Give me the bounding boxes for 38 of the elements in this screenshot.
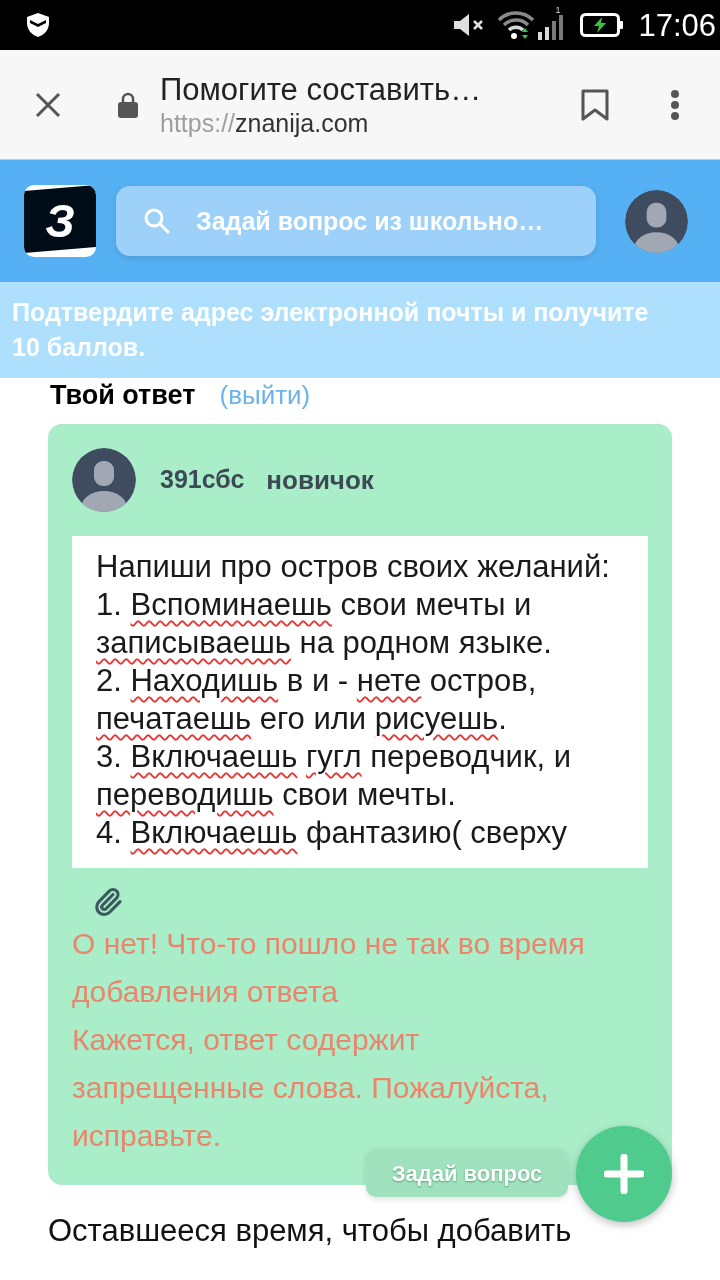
- more-menu-button[interactable]: [670, 88, 680, 121]
- shield-icon: [26, 12, 50, 38]
- signal-icon: [538, 14, 565, 40]
- answer-text-line: печатаешь его или рисуешь.: [96, 700, 507, 738]
- paperclip-icon: [93, 887, 123, 917]
- more-icon: [670, 88, 680, 121]
- sim-label: 1: [555, 6, 561, 15]
- author-avatar-icon[interactable]: [72, 448, 136, 512]
- battery-icon: [580, 13, 625, 37]
- close-button[interactable]: [34, 90, 62, 119]
- answer-text-line: записываешь на родном языке.: [96, 624, 552, 662]
- bookmark-icon: [581, 88, 609, 121]
- author-name[interactable]: 391сбс: [160, 461, 245, 499]
- author-rank: новичок: [266, 463, 374, 497]
- answer-text-line: 4. Включаешь фантазию( сверху: [96, 814, 568, 852]
- answer-text-line: 2. Находишь в и - нете остров,: [96, 662, 537, 700]
- user-avatar-icon[interactable]: [625, 189, 688, 253]
- page-url[interactable]: https://znanija.com: [160, 107, 482, 138]
- attach-button[interactable]: [92, 886, 124, 918]
- bookmark-button[interactable]: [580, 87, 610, 122]
- answer-text-line: переводишь свои мечты.: [96, 776, 456, 814]
- page-title: Помогите составить…: [160, 71, 482, 108]
- search-icon: [144, 208, 170, 234]
- plus-icon: [604, 1154, 644, 1194]
- wifi-icon: [498, 10, 535, 40]
- answer-text-line: 1. Вспоминаешь свои мечты и: [96, 586, 532, 624]
- remaining-time-label: Оставшееся время, чтобы добавить: [47, 1213, 573, 1249]
- answer-text-line: Напиши про остров своих желаний:: [96, 548, 610, 586]
- answer-editor[interactable]: [72, 536, 648, 868]
- site-logo[interactable]: З: [24, 185, 96, 257]
- search-field[interactable]: Задай вопрос из школьно…: [116, 186, 596, 256]
- answer-heading: Твой ответ: [50, 380, 196, 410]
- clock-time: 17:06: [638, 9, 716, 41]
- banner-text: Подтвердите адрес электронной почты и получите 10 баллов.: [12, 297, 650, 363]
- error-message: О нет! Что-то пошло не так во время добавления ответа: [72, 926, 586, 1010]
- lock-icon: [118, 91, 138, 118]
- answer-text-line: 3. Включаешь гугл переводчик, и: [96, 738, 571, 776]
- close-icon: [35, 91, 61, 118]
